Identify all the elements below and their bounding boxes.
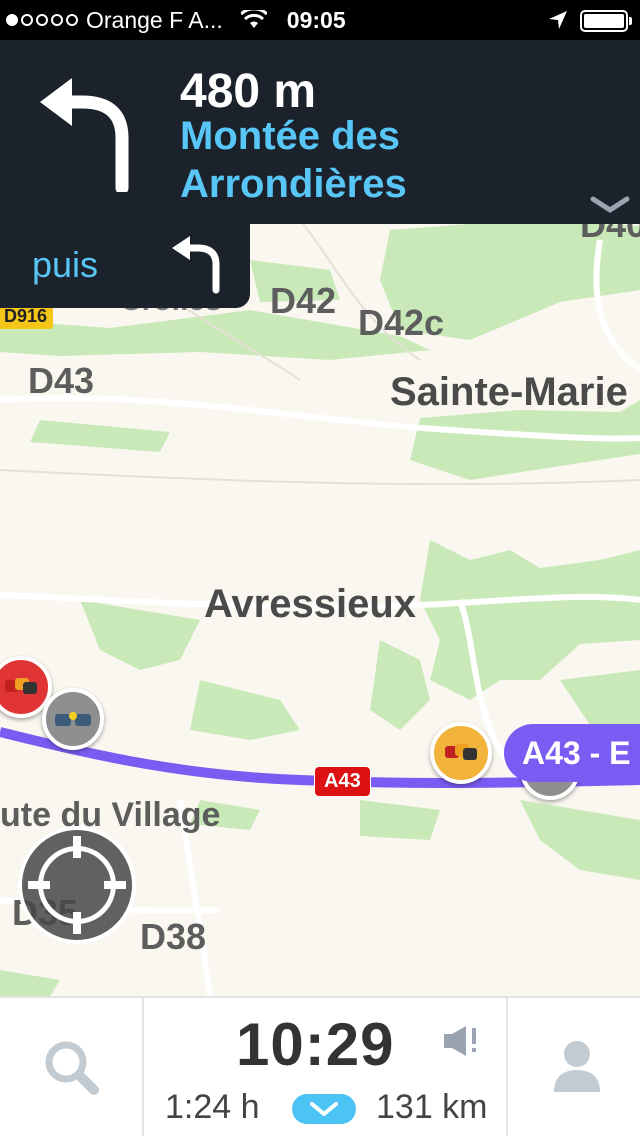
turn-left-icon	[40, 78, 129, 192]
bottom-bar: 10:29 1:24 h 131 km	[0, 996, 640, 1136]
status-time: 09:05	[286, 6, 346, 33]
signal-dot	[51, 14, 63, 26]
accident-icon[interactable]	[42, 688, 104, 750]
carrier-name: Orange F A...	[86, 6, 223, 33]
wifi-icon	[240, 10, 267, 28]
remaining-distance: 131 km	[376, 1088, 488, 1126]
signal-dot	[36, 14, 48, 26]
road-label: D42c	[358, 302, 445, 343]
profile-icon	[554, 1041, 600, 1092]
navigation-instruction-panel[interactable]: 480 m Montée des Arrondières	[0, 40, 640, 224]
distance-to-turn: 480 m	[180, 65, 317, 118]
road-label: D43	[28, 360, 95, 401]
route-name-bubble[interactable]: A43 - E	[504, 724, 640, 782]
signal-dot	[21, 14, 33, 26]
chevron-down-icon[interactable]	[590, 196, 630, 214]
recenter-button[interactable]	[18, 826, 136, 944]
road-label: D42	[270, 280, 337, 321]
expand-trip-button[interactable]	[292, 1094, 356, 1124]
search-button[interactable]	[0, 998, 142, 1136]
signal-dot	[6, 14, 18, 26]
trip-duration: 1:24 h	[165, 1088, 260, 1126]
turn-left-icon	[172, 236, 220, 294]
traffic-jam-icon[interactable]	[430, 722, 492, 784]
road-label: D38	[140, 916, 207, 957]
arrival-time: 10:29	[236, 1011, 395, 1078]
signal-dot	[66, 14, 78, 26]
battery-icon	[580, 10, 632, 32]
speaker-alert-icon[interactable]	[442, 1024, 482, 1058]
status-bar: Orange F A... 09:05	[0, 0, 640, 40]
town-label: Avressieux	[204, 582, 416, 626]
highway-shield-a43: A43	[314, 766, 371, 797]
then-label: puis	[32, 244, 99, 285]
street-label: ute du Village	[0, 796, 221, 834]
profile-button[interactable]	[508, 998, 640, 1136]
town-label: Sainte-Marie	[390, 370, 628, 414]
next-street-name: Montée des Arrondières	[180, 114, 407, 206]
signal-strength-icon	[6, 14, 78, 26]
search-icon	[45, 1041, 99, 1095]
location-arrow-icon	[549, 11, 567, 29]
chevron-down-icon	[310, 1102, 338, 1116]
